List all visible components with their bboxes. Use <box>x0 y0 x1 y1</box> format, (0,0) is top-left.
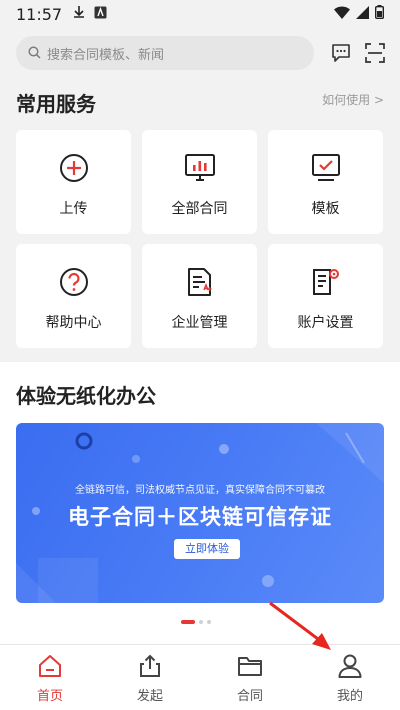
service-enterprise-management[interactable]: 企业管理 <box>142 244 257 348</box>
service-label: 全部合同 <box>171 201 228 217</box>
search-placeholder: 搜索合同模板、新闻 <box>47 47 165 63</box>
service-label: 企业管理 <box>171 315 228 331</box>
services-grid: 上传 全部合同 模板 帮助中心 企业管理 账户设置 <box>16 130 384 348</box>
pagination-dot[interactable] <box>181 620 195 624</box>
service-all-contracts[interactable]: 全部合同 <box>142 130 257 234</box>
message-icon[interactable] <box>330 42 352 64</box>
try-now-button[interactable]: 立即体验 <box>174 539 240 559</box>
service-account-settings[interactable]: 账户设置 <box>268 244 383 348</box>
nav-home[interactable]: 首页 <box>10 653 90 707</box>
status-bar: 11:57 <box>0 0 400 28</box>
service-label: 帮助中心 <box>45 315 102 331</box>
nav-contracts[interactable]: 合同 <box>210 653 290 707</box>
scan-icon[interactable] <box>364 42 386 64</box>
document-icon <box>184 266 216 298</box>
service-help-center[interactable]: 帮助中心 <box>16 244 131 348</box>
pagination-dot[interactable] <box>207 620 211 624</box>
nav-mine[interactable]: 我的 <box>310 653 390 707</box>
status-time: 11:57 <box>16 4 63 24</box>
service-templates[interactable]: 模板 <box>268 130 383 234</box>
nav-label: 发起 <box>136 689 163 704</box>
search-input[interactable]: 搜索合同模板、新闻 <box>16 36 314 70</box>
app-notification-icon <box>94 6 107 23</box>
search-icon <box>28 44 41 63</box>
bottom-nav: 首页 发起 合同 我的 <box>0 644 400 710</box>
banner-subtitle: 全链路可信，司法权威节点见证，真实保障合同不可篡改 <box>75 485 325 496</box>
service-label: 上传 <box>59 201 88 217</box>
banner-pagination <box>181 620 211 624</box>
search-row: 搜索合同模板、新闻 <box>0 36 400 72</box>
pagination-dot[interactable] <box>199 620 203 624</box>
plus-circle-icon <box>58 152 90 184</box>
check-monitor-icon <box>310 152 342 184</box>
nav-label: 合同 <box>236 689 263 704</box>
home-icon <box>37 653 63 679</box>
nav-label: 我的 <box>336 689 363 704</box>
nav-label: 首页 <box>36 689 63 704</box>
service-upload[interactable]: 上传 <box>16 130 131 234</box>
nav-initiate[interactable]: 发起 <box>110 653 190 707</box>
folder-icon <box>237 653 263 679</box>
user-icon <box>337 653 363 679</box>
download-icon <box>72 5 86 23</box>
battery-icon <box>374 5 384 23</box>
wifi-icon <box>334 5 350 23</box>
how-to-use-link[interactable]: 如何使用 > <box>322 91 384 108</box>
service-label: 账户设置 <box>297 315 354 331</box>
banner-headline: 电子合同＋区块链可信存证 <box>68 505 332 529</box>
chart-monitor-icon <box>184 152 216 184</box>
question-circle-icon <box>58 266 90 298</box>
promo-title: 体验无纸化办公 <box>16 384 156 408</box>
services-title: 常用服务 <box>16 92 96 116</box>
settings-document-icon <box>310 266 342 298</box>
promo-banner[interactable]: 全链路可信，司法权威节点见证，真实保障合同不可篡改 电子合同＋区块链可信存证 立… <box>16 423 384 603</box>
service-label: 模板 <box>311 201 340 217</box>
signal-icon <box>356 5 369 23</box>
share-upload-icon <box>137 653 163 679</box>
